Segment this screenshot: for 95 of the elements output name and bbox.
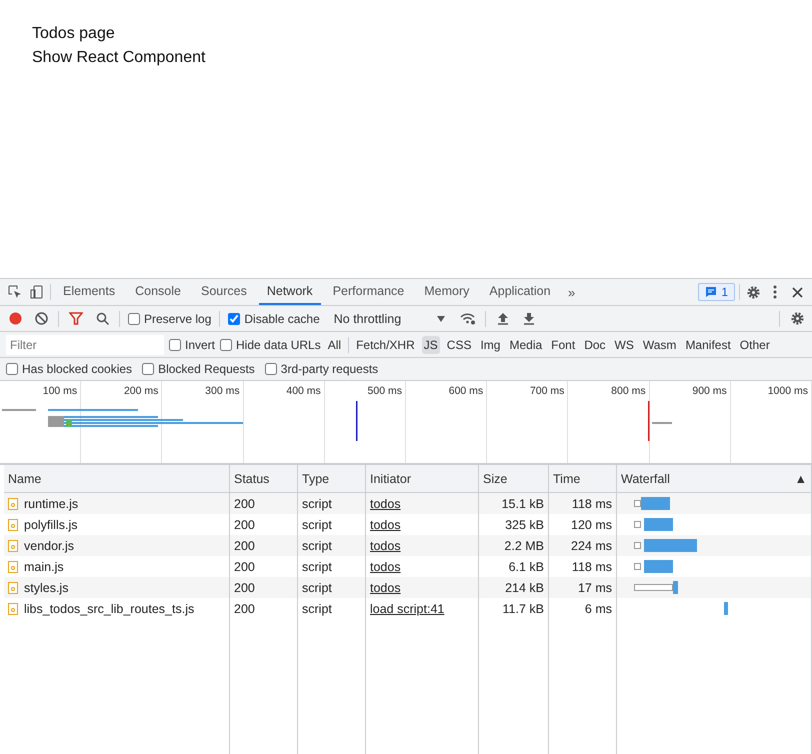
invert-checkbox[interactable]: [169, 338, 181, 350]
waterfall-bar-drawing: [634, 581, 678, 594]
time-tick: 200 ms: [124, 385, 158, 399]
filter-checkbox[interactable]: [6, 363, 18, 375]
checkbox-label: Disable cache: [244, 312, 320, 326]
column-header[interactable]: Waterfall ▲: [617, 465, 812, 493]
type-filter[interactable]: All: [326, 336, 344, 354]
caret-icon: [437, 316, 446, 322]
filter-checkbox[interactable]: [142, 363, 154, 375]
script-file-icon: [8, 560, 18, 572]
checkbox-label: Invert: [185, 338, 216, 352]
filter-icon[interactable]: [67, 310, 85, 328]
throttling-dropdown[interactable]: No throttling: [328, 310, 452, 326]
issues-button[interactable]: 1: [698, 283, 735, 301]
waterfall-bar-drawing: [634, 518, 673, 531]
script-file-icon: [8, 602, 18, 614]
time-tick: 1000 ms: [768, 385, 808, 399]
initiator-link[interactable]: todos: [370, 580, 401, 594]
message-icon: [705, 286, 718, 298]
table-cell: script: [298, 535, 366, 556]
type-filter[interactable]: Other: [738, 336, 772, 354]
table-cell: script: [298, 493, 366, 514]
type-filter[interactable]: Font: [549, 336, 578, 354]
column-header[interactable]: Name: [4, 465, 230, 493]
panel-tab[interactable]: Performance: [324, 279, 412, 305]
panel-tab[interactable]: Application: [481, 279, 559, 305]
checkbox-label: 3rd-party requests: [280, 362, 378, 376]
waterfall-bar-drawing: [634, 497, 670, 510]
script-file-icon: [8, 582, 18, 594]
checkbox-label: Has blocked cookies: [22, 362, 132, 376]
panel-tab[interactable]: Sources: [192, 279, 255, 305]
table-cell: 200: [230, 577, 298, 598]
table-cell: 200: [230, 535, 298, 556]
time-tick: 700 ms: [530, 385, 564, 399]
script-file-icon: [8, 518, 18, 530]
time-tick: 500 ms: [368, 385, 402, 399]
table-cell: 224 ms: [549, 535, 617, 556]
type-filter[interactable]: CSS: [444, 336, 474, 354]
panel-tab[interactable]: Elements: [55, 279, 124, 305]
checkbox-label: Hide data URLs: [236, 338, 321, 352]
waterfall-bar-drawing: [634, 539, 697, 552]
time-tick: 300 ms: [205, 385, 240, 399]
page-link[interactable]: Show React Component: [32, 48, 780, 67]
table-cell: 2.2 MB: [479, 535, 549, 556]
type-filter[interactable]: Manifest: [683, 336, 733, 354]
more-tabs-button[interactable]: »: [562, 283, 581, 301]
panel-tab[interactable]: Memory: [416, 279, 478, 305]
preserve-log-checkbox[interactable]: [128, 312, 140, 324]
column-header[interactable]: Initiator: [366, 465, 479, 493]
column-header[interactable]: Status: [230, 465, 298, 493]
type-filter[interactable]: JS: [422, 336, 440, 354]
waterfall-bar-drawing: [634, 560, 673, 573]
column-header[interactable]: Time: [549, 465, 617, 493]
request-name[interactable]: styles.js: [24, 580, 68, 594]
request-name[interactable]: vendor.js: [24, 538, 74, 552]
type-filter[interactable]: Media: [507, 336, 544, 354]
time-tick: 800 ms: [611, 385, 646, 399]
initiator-link[interactable]: todos: [370, 560, 401, 574]
hide-data-urls-checkbox[interactable]: [220, 338, 232, 350]
filter-field[interactable]: Filter: [6, 334, 164, 354]
script-file-icon: [8, 540, 18, 552]
type-filter[interactable]: Fetch/XHR: [354, 336, 417, 354]
time-tick: 600 ms: [448, 385, 484, 399]
checkbox-label: Preserve log: [144, 312, 212, 326]
initiator-link[interactable]: todos: [370, 538, 401, 552]
time-tick: 900 ms: [692, 385, 727, 399]
sort-indicator: ▲: [794, 472, 807, 486]
initiator-link[interactable]: load script:41: [370, 602, 444, 616]
script-file-icon: [8, 498, 18, 510]
request-name[interactable]: runtime.js: [24, 496, 78, 510]
column-header[interactable]: Type: [298, 465, 366, 493]
type-filter[interactable]: Img: [478, 336, 502, 354]
table-cell: 118 ms: [549, 493, 617, 514]
table-cell: 214 kB: [479, 577, 549, 598]
table-cell: script: [298, 577, 366, 598]
request-name[interactable]: libs_todos_src_lib_routes_ts.js: [24, 602, 194, 616]
disable-cache-checkbox[interactable]: [228, 312, 240, 324]
request-name[interactable]: polyfills.js: [24, 518, 78, 532]
filter-checkbox[interactable]: [264, 363, 277, 375]
request-name[interactable]: main.js: [24, 560, 64, 574]
panel-tab[interactable]: Console: [127, 279, 189, 305]
waterfall-bar-drawing: [724, 602, 728, 615]
type-filter[interactable]: Wasm: [640, 336, 678, 354]
type-filter[interactable]: WS: [612, 336, 636, 354]
initiator-link[interactable]: todos: [370, 496, 401, 510]
table-cell: 15.1 kB: [479, 493, 549, 514]
column-header[interactable]: Size: [479, 465, 549, 493]
table-cell: 17 ms: [549, 577, 617, 598]
time-tick: 400 ms: [286, 385, 321, 399]
type-filter[interactable]: Doc: [582, 336, 608, 354]
checkbox-label: Blocked Requests: [158, 362, 255, 376]
time-tick: 100 ms: [42, 385, 78, 399]
initiator-link[interactable]: todos: [370, 518, 401, 532]
page-link[interactable]: Todos page: [32, 24, 780, 43]
table-cell: 200: [230, 493, 298, 514]
